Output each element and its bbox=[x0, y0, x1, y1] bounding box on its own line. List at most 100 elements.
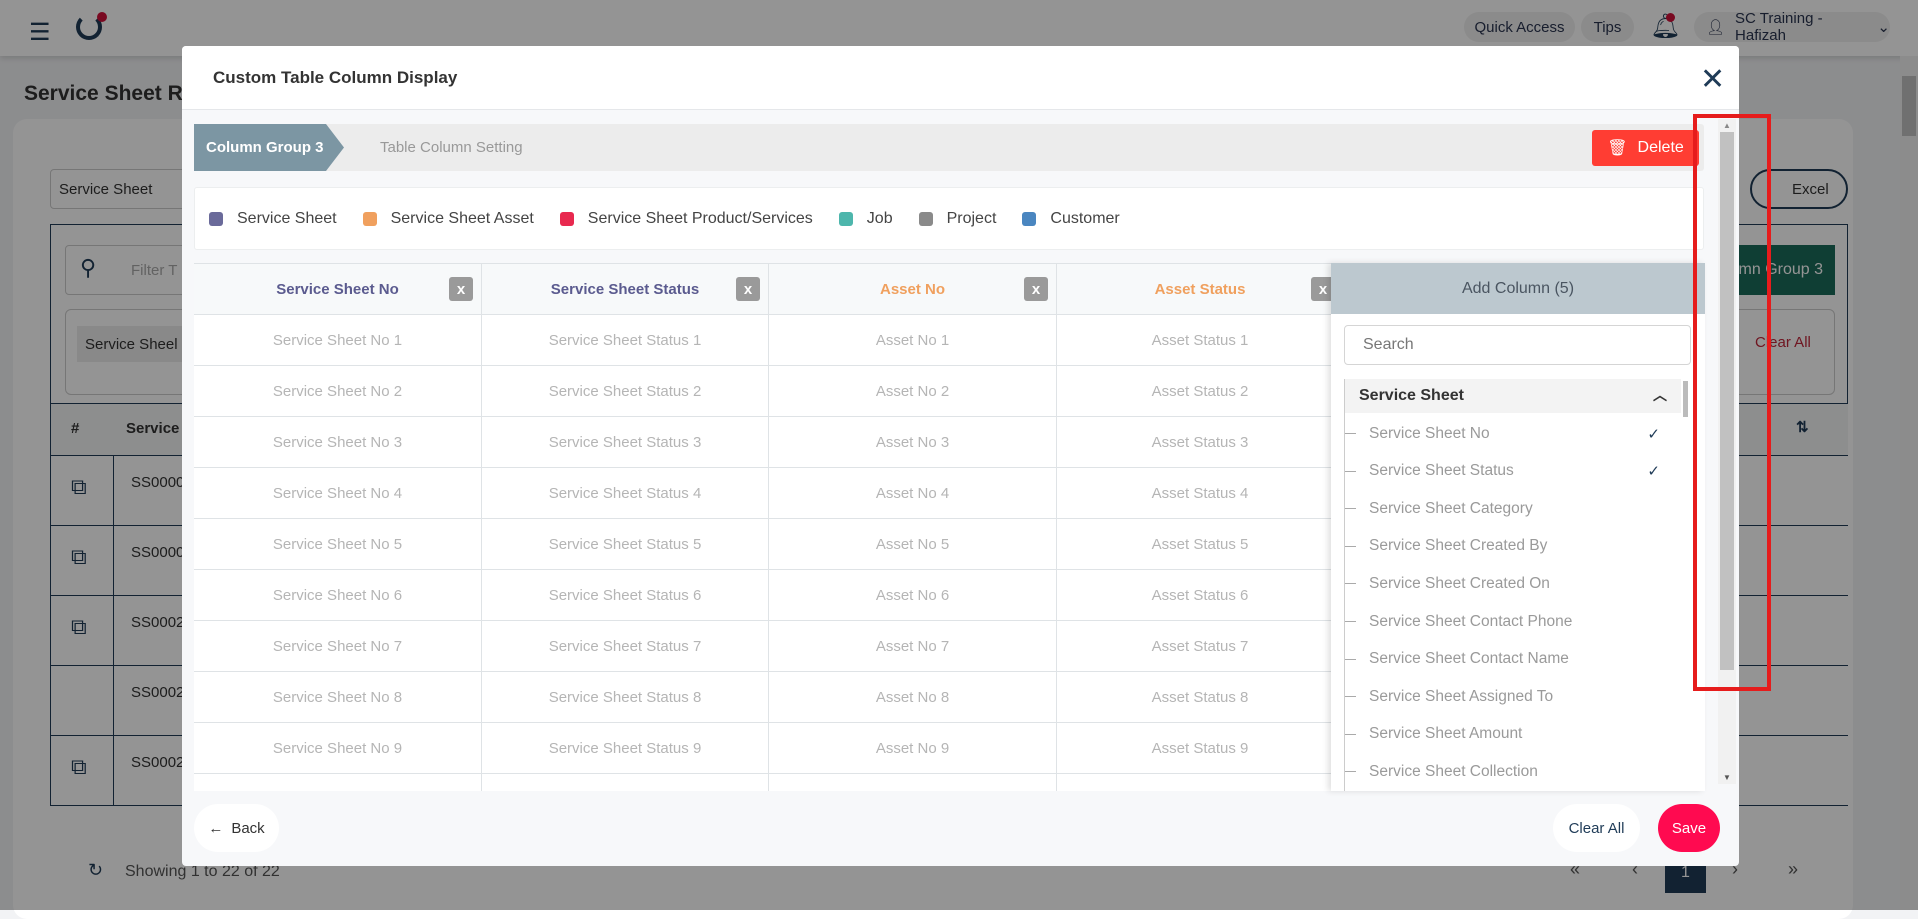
custom-table-column-dialog: Custom Table Column Display ✕ Column Gro… bbox=[182, 46, 1739, 866]
column-header-label: Asset Status bbox=[1154, 280, 1246, 298]
column-header-label: Service Sheet No bbox=[276, 280, 399, 298]
scroll-down-arrow[interactable]: ▼ bbox=[1723, 773, 1731, 782]
column-header-label: Asset No bbox=[879, 280, 946, 298]
back-button[interactable]: ← Back bbox=[194, 804, 279, 852]
column-header[interactable]: Service Sheet No x bbox=[194, 264, 482, 315]
chevron-up-icon[interactable]: ︿ bbox=[1653, 385, 1667, 405]
legend-label: Project bbox=[946, 209, 997, 227]
table-cell: Asset Status 8 bbox=[1057, 672, 1344, 723]
column-option[interactable]: Service Sheet Amount bbox=[1345, 716, 1682, 753]
column-header[interactable]: Asset No x bbox=[769, 264, 1057, 315]
legend-swatch bbox=[559, 211, 574, 226]
table-cell: Service Sheet Status 5 bbox=[482, 519, 769, 570]
close-icon[interactable]: ✕ bbox=[1700, 62, 1725, 97]
check-icon: ✓ bbox=[1647, 463, 1660, 481]
back-label: Back bbox=[231, 819, 265, 837]
legend-swatch bbox=[1022, 211, 1037, 226]
table-cell: Service Sheet No 2 bbox=[194, 366, 482, 417]
clear-all-button[interactable]: Clear All bbox=[1553, 804, 1640, 852]
table-cell: Asset No 1 bbox=[769, 315, 1057, 366]
column-header[interactable]: Service Sheet Status x bbox=[482, 264, 769, 315]
legend-swatch bbox=[918, 211, 933, 226]
legend-item: Project bbox=[918, 209, 997, 228]
table-cell: Service Sheet No 5 bbox=[194, 519, 482, 570]
list-scrollbar[interactable] bbox=[1683, 381, 1688, 417]
legend-label: Job bbox=[866, 209, 893, 227]
delete-button[interactable]: 🗑︎ Delete bbox=[1592, 130, 1699, 166]
legend-label: Service Sheet Product/Services bbox=[587, 209, 813, 227]
table-cell: Asset No 3 bbox=[769, 417, 1057, 468]
legend-swatch bbox=[838, 211, 853, 226]
legend: Service Sheet Service Sheet Asset Service … bbox=[194, 187, 1704, 250]
column-option-label: Service Sheet Assigned To bbox=[1369, 687, 1554, 705]
table-cell: Asset Status 3 bbox=[1057, 417, 1344, 468]
legend-swatch bbox=[209, 211, 223, 226]
table-cell: Service Sheet No 9 bbox=[194, 723, 482, 774]
add-column-title: Add Column (5) bbox=[1331, 263, 1705, 314]
legend-swatch bbox=[362, 211, 377, 226]
remove-column-button[interactable]: x bbox=[736, 277, 760, 301]
table-cell: Service Sheet Status 3 bbox=[482, 417, 769, 468]
modal-title: Custom Table Column Display bbox=[213, 68, 458, 87]
legend-item: Job bbox=[838, 209, 893, 228]
table-cell: Asset Status 4 bbox=[1057, 468, 1344, 519]
table-cell: Service Sheet No 3 bbox=[194, 417, 482, 468]
remove-column-button[interactable]: x bbox=[1024, 277, 1048, 301]
column-search-input[interactable] bbox=[1344, 325, 1691, 365]
table-cell bbox=[194, 774, 482, 791]
add-column-panel: Add Column (5) Service Sheet ︿ Service S… bbox=[1331, 263, 1705, 791]
column-option[interactable]: Service Sheet Category bbox=[1345, 490, 1682, 527]
column-option-label: Service Sheet Status bbox=[1369, 462, 1514, 480]
trash-icon: 🗑︎ bbox=[1607, 140, 1628, 157]
table-cell bbox=[769, 774, 1057, 791]
column-option[interactable]: Service Sheet No ✓ bbox=[1345, 415, 1682, 452]
table-cell: Asset Status 1 bbox=[1057, 315, 1344, 366]
delete-label: Delete bbox=[1637, 139, 1684, 156]
column-option[interactable]: Service Sheet Contact Name bbox=[1345, 641, 1682, 678]
arrow-left-icon: ← bbox=[208, 819, 224, 837]
column-option[interactable]: Service Sheet Status ✓ bbox=[1345, 453, 1682, 490]
table-cell: Service Sheet Status 1 bbox=[482, 315, 769, 366]
table-cell: Service Sheet Status 2 bbox=[482, 366, 769, 417]
table-cell: Asset No 4 bbox=[769, 468, 1057, 519]
column-option[interactable]: Service Sheet Collection bbox=[1345, 753, 1682, 790]
table-cell: Service Sheet No 6 bbox=[194, 570, 482, 621]
check-icon: ✓ bbox=[1647, 425, 1660, 443]
table-cell bbox=[482, 774, 769, 791]
column-option[interactable]: Service Sheet Contact Phone bbox=[1345, 603, 1682, 640]
table-cell: Service Sheet Status 9 bbox=[482, 723, 769, 774]
table-cell: Asset No 8 bbox=[769, 672, 1057, 723]
column-option-label: Service Sheet Contact Name bbox=[1369, 650, 1569, 668]
table-cell: Service Sheet No 1 bbox=[194, 315, 482, 366]
table-cell: Asset No 2 bbox=[769, 366, 1057, 417]
column-option-label: Service Sheet Amount bbox=[1369, 725, 1523, 743]
table-cell: Service Sheet No 8 bbox=[194, 672, 482, 723]
column-option-label: Service Sheet Category bbox=[1369, 499, 1533, 517]
legend-label: Service Sheet Asset bbox=[390, 209, 534, 227]
column-option-label: Service Sheet Created On bbox=[1369, 574, 1550, 592]
table-cell bbox=[1057, 774, 1344, 791]
table-cell: Asset No 5 bbox=[769, 519, 1057, 570]
modal-header: Custom Table Column Display ✕ bbox=[182, 46, 1739, 110]
remove-column-button[interactable]: x bbox=[449, 277, 473, 301]
column-list: Service Sheet No ✓ Service Sheet Status ✓ Se… bbox=[1344, 413, 1681, 791]
column-header[interactable]: Asset Status x bbox=[1057, 264, 1344, 315]
step-column-group[interactable]: Column Group 3 bbox=[194, 124, 344, 171]
group-service-sheet[interactable]: Service Sheet ︿ bbox=[1344, 379, 1681, 413]
column-option-label: Service Sheet Created By bbox=[1369, 537, 1548, 555]
table-cell: Service Sheet Status 6 bbox=[482, 570, 769, 621]
legend-label: Service Sheet bbox=[237, 209, 337, 227]
column-option[interactable]: Service Sheet Assigned To bbox=[1345, 678, 1682, 715]
table-cell: Asset Status 6 bbox=[1057, 570, 1344, 621]
table-cell: Asset No 7 bbox=[769, 621, 1057, 672]
step-table-column-setting[interactable]: Table Column Setting bbox=[380, 139, 523, 156]
column-option[interactable]: Service Sheet Created By bbox=[1345, 528, 1682, 565]
column-option[interactable]: Service Sheet Created On bbox=[1345, 565, 1682, 602]
legend-item: Service Sheet bbox=[209, 210, 337, 228]
save-button[interactable]: Save bbox=[1658, 804, 1720, 852]
highlight-box bbox=[1693, 114, 1771, 691]
legend-item: Customer bbox=[1022, 210, 1120, 228]
table-cell: Asset Status 9 bbox=[1057, 723, 1344, 774]
table-cell: Asset No 6 bbox=[769, 570, 1057, 621]
table-cell: Asset Status 7 bbox=[1057, 621, 1344, 672]
